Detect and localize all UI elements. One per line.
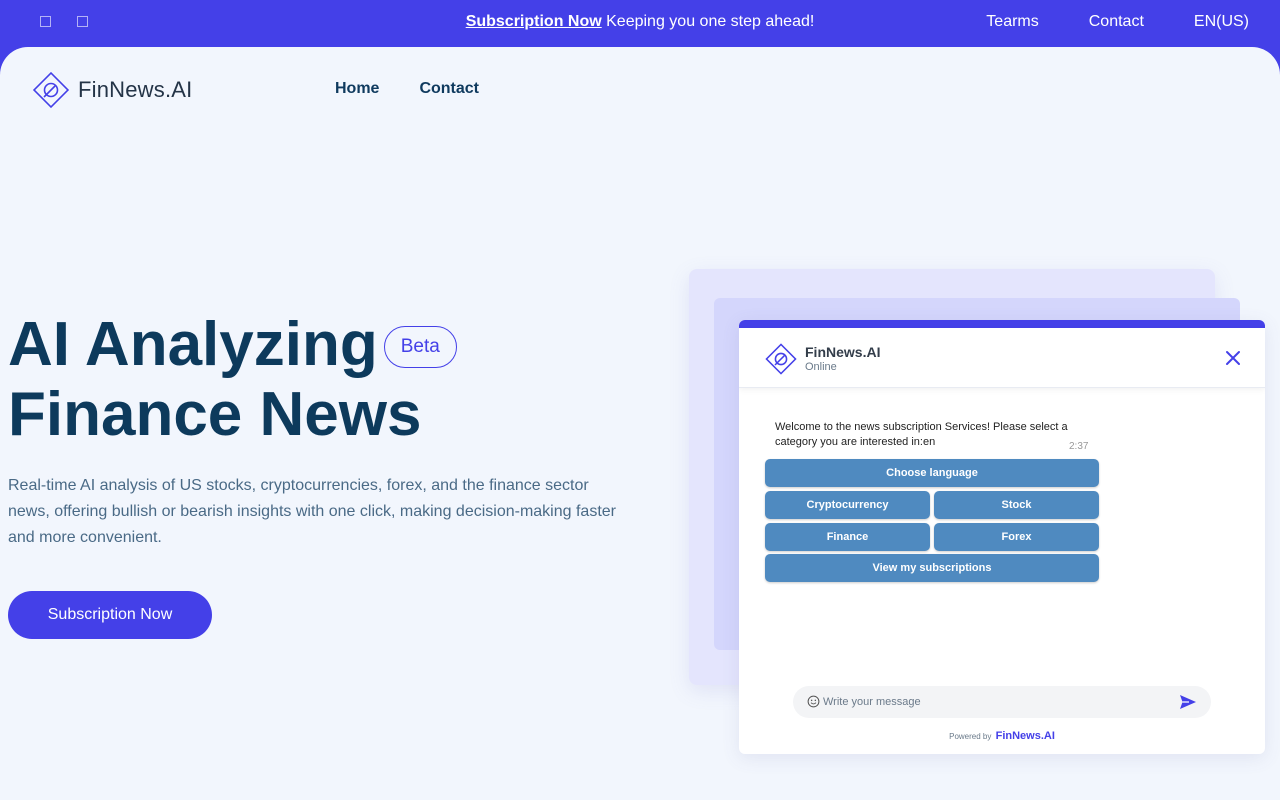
choose-language-button[interactable]: Choose language (765, 459, 1099, 487)
nav-contact[interactable]: Contact (419, 80, 479, 98)
finance-button[interactable]: Finance (765, 523, 930, 551)
main-panel: FinNews.AI Home Contact AI Analyzing Bet… (0, 47, 1280, 800)
contact-top-link[interactable]: Contact (1089, 13, 1144, 31)
forex-button[interactable]: Forex (934, 523, 1099, 551)
hero-title-line2: Finance News (8, 380, 422, 449)
chat-logo-icon (765, 343, 797, 375)
beta-badge: Beta (383, 326, 457, 368)
cryptocurrency-button[interactable]: Cryptocurrency (765, 491, 930, 519)
send-icon[interactable] (1179, 694, 1197, 710)
hero-description: Real-time AI analysis of US stocks, cryp… (8, 477, 616, 546)
chat-status: Online (805, 361, 837, 373)
top-right-links: Tearms Contact EN(US) (986, 13, 1249, 31)
chat-header: FinNews.AI Online (739, 328, 1265, 388)
terms-link[interactable]: Tearms (986, 13, 1038, 31)
chat-bot-name: FinNews.AI (805, 344, 881, 360)
logo-text: FinNews.AI (78, 77, 193, 102)
subscription-now-button[interactable]: Subscription Now (8, 591, 212, 639)
powered-by-label: Powered by (949, 732, 992, 741)
hero-title: AI Analyzing Beta Finance News (8, 310, 457, 450)
bot-message: Welcome to the news subscription Service… (775, 421, 1068, 448)
powered-by-brand[interactable]: FinNews.AI (996, 730, 1055, 742)
site-logo[interactable]: FinNews.AI (30, 69, 192, 111)
nav-home[interactable]: Home (335, 80, 379, 98)
language-selector[interactable]: EN(US) (1194, 13, 1249, 31)
promo-text: Keeping you one step ahead! (601, 13, 815, 30)
powered-by: Powered by FinNews.AI (739, 730, 1265, 742)
main-nav: Home Contact (335, 80, 479, 98)
view-subscriptions-button[interactable]: View my subscriptions (765, 554, 1099, 582)
logo-icon (32, 71, 70, 109)
promo-subscription-link[interactable]: Subscription Now (466, 13, 602, 30)
message-input-wrapper (793, 686, 1211, 718)
stock-button[interactable]: Stock (934, 491, 1099, 519)
chat-widget: FinNews.AI Online Welcome to the news su… (739, 320, 1265, 754)
chat-accent-bar (739, 320, 1265, 328)
hero-title-line1: AI Analyzing (8, 310, 378, 379)
message-input[interactable] (823, 691, 1163, 713)
message-time: 2:37 (1069, 441, 1089, 452)
close-icon[interactable] (1223, 348, 1243, 368)
emoji-icon[interactable] (807, 695, 820, 708)
